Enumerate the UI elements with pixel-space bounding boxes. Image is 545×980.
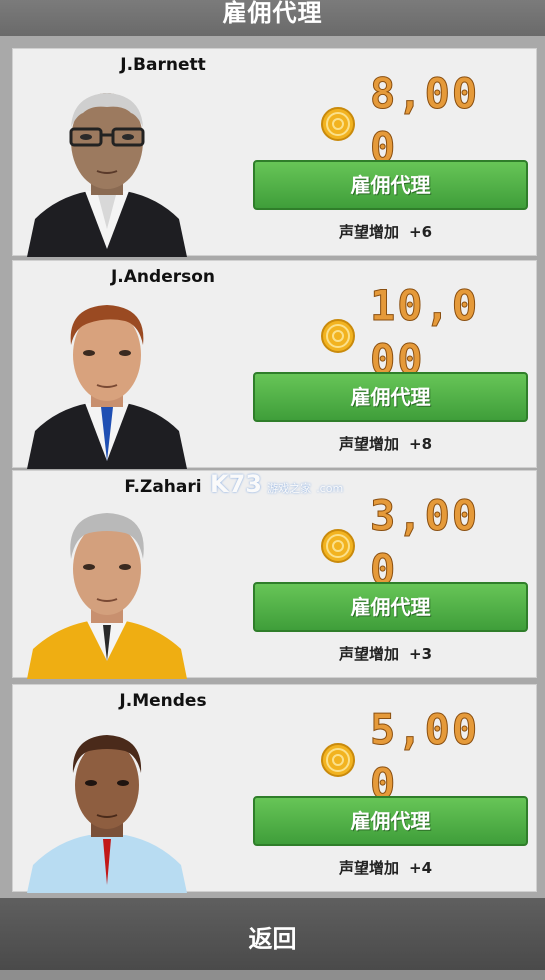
watermark-url: .com [316,482,344,495]
agent-price: 5,000 [370,705,480,809]
reputation-increase: 声望增加 +6 [339,221,432,242]
reputation-value: +8 [409,435,433,453]
agent-card: J.Barnett 8,000 雇佣代理 声望增加 +6 [12,48,537,257]
agent-name: J.Barnett [120,55,206,75]
agent-portrait [27,93,187,257]
agent-price: 10,000 [370,281,480,385]
agent-card: J.Anderson 10,000 雇佣代理 声望增加 +8 [12,260,537,469]
back-label: 返回 [248,925,297,953]
reputation-value: +3 [409,645,433,663]
agent-price: 8,000 [370,69,480,173]
reputation-label: 声望增加 [339,859,400,877]
agent-portrait [27,305,187,469]
hire-agent-button[interactable]: 雇佣代理 [253,372,528,422]
hire-agent-button[interactable]: 雇佣代理 [253,582,528,632]
reputation-increase: 声望增加 +4 [339,857,432,878]
agent-card: J.Mendes 5,000 雇佣代理 声望增加 +4 [12,684,537,893]
reputation-increase: 声望增加 +8 [339,433,432,454]
hire-agent-button[interactable]: 雇佣代理 [253,796,528,846]
back-button[interactable]: 返回 [0,898,545,970]
agent-portrait [27,735,187,893]
page-title: 雇佣代理 [222,0,323,27]
coin-icon [321,319,355,353]
agent-price: 3,000 [370,491,480,595]
watermark-logo: K73 游戏之家 .com [210,470,343,498]
watermark-sub: 游戏之家 [267,482,312,495]
reputation-label: 声望增加 [339,223,400,241]
reputation-value: +4 [409,859,433,877]
reputation-increase: 声望增加 +3 [339,643,432,664]
agent-list[interactable]: J.Barnett 8,000 雇佣代理 声望增加 +6 J.Anderson … [0,36,545,898]
page-header: 雇佣代理 [0,0,545,36]
hire-agent-button[interactable]: 雇佣代理 [253,160,528,210]
agent-name: J.Anderson [110,267,216,287]
reputation-label: 声望增加 [339,645,400,663]
agent-name: J.Mendes [119,691,207,711]
reputation-value: +6 [409,223,433,241]
agent-portrait [27,513,187,679]
agent-card: F.Zahari 3,000 雇佣代理 声望增加 +3 [12,470,537,679]
watermark-text: K73 [210,470,262,498]
coin-icon [321,107,355,141]
coin-icon [321,743,355,777]
reputation-label: 声望增加 [339,435,400,453]
coin-icon [321,529,355,563]
